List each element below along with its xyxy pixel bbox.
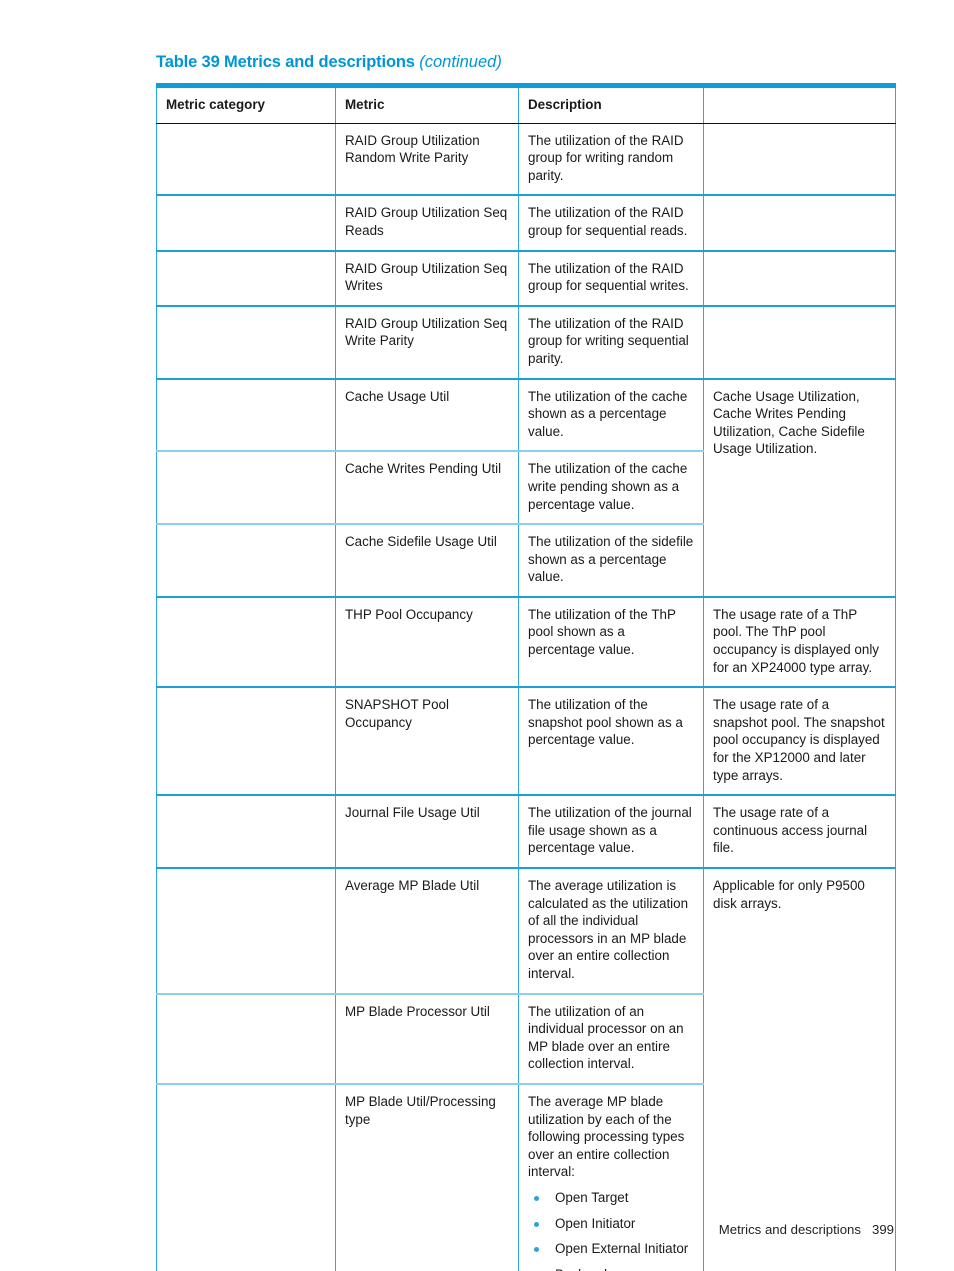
cell-metric-category: [156, 795, 336, 869]
column-header-metric: Metric: [335, 83, 519, 124]
cell-description: The utilization of the RAID group for se…: [518, 195, 704, 252]
list-item-label: Backend: [555, 1267, 607, 1271]
table-body: RAID Group Utilization Random Write Pari…: [156, 123, 896, 1271]
bullet-icon: [534, 1195, 539, 1201]
cell-description: The utilization of an individual process…: [518, 993, 704, 1085]
cell-metric: THP Pool Occupancy: [335, 596, 519, 689]
page-footer: Metrics and descriptions 399: [719, 1222, 894, 1237]
cell-description: The utilization of the journal file usag…: [518, 795, 704, 869]
cell-description: The utilization of the cache shown as a …: [518, 378, 704, 453]
cell-metric: RAID Group Utilization Seq Reads: [335, 195, 519, 252]
cell-notes: [703, 250, 896, 307]
cell-metric: Cache Sidefile Usage Util: [335, 524, 519, 598]
cell-notes: The usage rate of a continuous access jo…: [703, 795, 896, 869]
cell-description-with-bullets: The average MP blade utilization by each…: [518, 1083, 704, 1271]
list-item-label: Open External Initiator: [555, 1241, 689, 1257]
cell-metric: RAID Group Utilization Random Write Pari…: [335, 123, 519, 197]
cell-description: The utilization of the ThP pool shown as…: [518, 596, 704, 689]
cell-description: The utilization of the RAID group for wr…: [518, 123, 704, 197]
bullet-icon: [534, 1221, 539, 1227]
cell-metric-category: [156, 195, 336, 252]
cell-description: The utilization of the RAID group for se…: [518, 250, 704, 307]
cell-metric: RAID Group Utilization Seq Writes: [335, 250, 519, 307]
cell-metric-category: [156, 596, 336, 689]
cell-metric-category: [156, 687, 336, 797]
list-item: Backend: [528, 1266, 694, 1271]
table-header-row: Metric category Metric Description: [156, 83, 896, 124]
column-header-notes: [703, 83, 896, 124]
table-row: RAID Group Utilization Seq Write Parity …: [156, 305, 896, 380]
cell-metric: Journal File Usage Util: [335, 795, 519, 869]
cell-metric: SNAPSHOT Pool Occupancy: [335, 687, 519, 797]
cell-metric-category: [156, 524, 336, 598]
cell-description: The utilization of the cache write pendi…: [518, 451, 704, 526]
metrics-table: Metric category Metric Description RAID …: [156, 83, 896, 1271]
table-row: SNAPSHOT Pool Occupancy The utilization …: [156, 687, 896, 797]
cell-metric-category: [156, 305, 336, 380]
cell-metric-category: [156, 250, 336, 307]
footer-chapter-label: Metrics and descriptions: [718, 1222, 861, 1237]
cell-metric: Cache Writes Pending Util: [335, 451, 519, 526]
table-row: Cache Usage Util The utilization of the …: [156, 378, 896, 598]
list-item: Open Initiator: [528, 1215, 694, 1233]
cell-metric: Average MP Blade Util: [335, 868, 519, 995]
cell-notes: [703, 195, 896, 252]
footer-page-number: 399: [871, 1222, 894, 1237]
table-row: Journal File Usage Util The utilization …: [156, 795, 896, 869]
list-item-label: Open Target: [555, 1189, 629, 1205]
cell-description: The average MP blade utilization by each…: [528, 1093, 685, 1180]
cell-metric-category: [156, 378, 336, 453]
bullet-icon: [534, 1247, 539, 1253]
cell-metric-category: [156, 993, 336, 1085]
table-caption-title: Table 39 Metrics and descriptions: [156, 53, 415, 71]
cell-metric: RAID Group Utilization Seq Write Parity: [335, 305, 519, 380]
cell-metric-category: [156, 1083, 336, 1271]
cell-metric: MP Blade Processor Util: [335, 993, 519, 1085]
cell-metric: MP Blade Util/Processing type: [335, 1083, 519, 1271]
cell-description: The utilization of the snapshot pool sho…: [518, 687, 704, 797]
table-row: THP Pool Occupancy The utilization of th…: [156, 596, 896, 689]
cell-notes: Cache Usage Utilization, Cache Writes Pe…: [703, 378, 896, 598]
cell-notes: [703, 123, 896, 197]
table-caption: Table 39 Metrics and descriptions (conti…: [156, 53, 502, 72]
cell-notes: Applicable for only P9500 disk arrays.: [703, 868, 896, 1271]
cell-notes: The usage rate of a snapshot pool. The s…: [703, 687, 896, 797]
column-header-description: Description: [518, 83, 704, 124]
cell-notes: [703, 305, 896, 380]
table-row: RAID Group Utilization Seq Reads The uti…: [156, 195, 896, 252]
cell-metric-category: [156, 868, 336, 995]
cell-description: The average utilization is calculated as…: [518, 868, 704, 995]
cell-description: The utilization of the sidefile shown as…: [518, 524, 704, 598]
cell-metric-category: [156, 123, 336, 197]
cell-notes: The usage rate of a ThP pool. The ThP po…: [703, 596, 896, 689]
list-item-label: Open Initiator: [555, 1215, 636, 1231]
document-page: Table 39 Metrics and descriptions (conti…: [0, 0, 954, 1271]
table-header: Metric category Metric Description: [156, 83, 896, 124]
list-item: Open External Initiator: [528, 1240, 694, 1258]
table-caption-continued: (continued): [419, 53, 502, 71]
list-item: Open Target: [528, 1189, 694, 1207]
cell-description: The utilization of the RAID group for wr…: [518, 305, 704, 380]
processing-type-list: Open Target Open Initiator Open External…: [528, 1189, 694, 1271]
cell-metric: Cache Usage Util: [335, 378, 519, 453]
table-row: Average MP Blade Util The average utiliz…: [156, 868, 896, 1271]
cell-metric-category: [156, 451, 336, 526]
table-row: RAID Group Utilization Seq Writes The ut…: [156, 250, 896, 307]
column-header-metric-category: Metric category: [156, 83, 336, 124]
table-row: RAID Group Utilization Random Write Pari…: [156, 123, 896, 197]
